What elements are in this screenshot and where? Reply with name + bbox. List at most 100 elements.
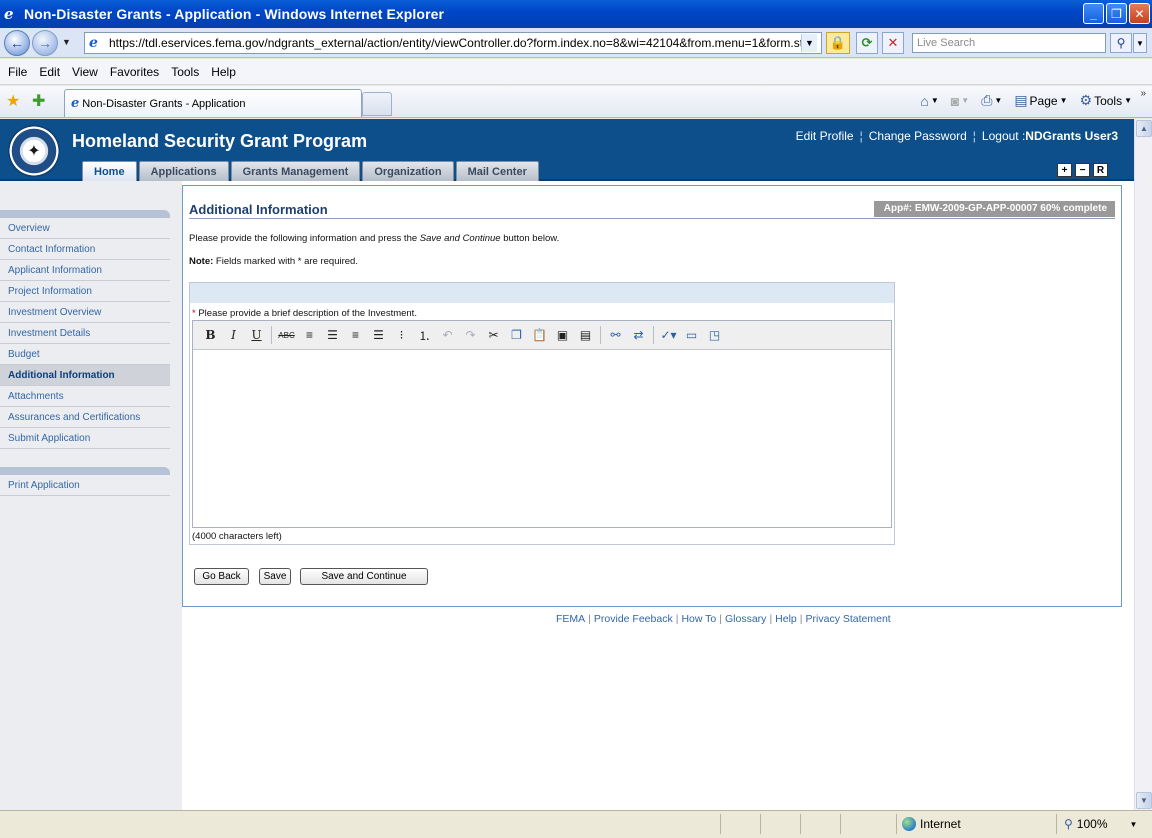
- paste-icon[interactable]: 📋: [528, 325, 551, 345]
- rich-text-editor: B I U ABC ≡ ☰ ≡ ☰ ⁝ ⒈ ↶ ↷ ✂ ❐ 📋 ▣ ▤ ⚯ ⇄ …: [192, 320, 892, 528]
- sidebar-item-investment-overview[interactable]: Investment Overview: [0, 302, 170, 323]
- toolbar-separator: [600, 326, 601, 344]
- security-zone[interactable]: Internet: [902, 817, 961, 831]
- sidebar-item-project-information[interactable]: Project Information: [0, 281, 170, 302]
- scroll-down-arrow[interactable]: ▼: [1136, 792, 1152, 809]
- logout-link[interactable]: Logout :NDGrants User3: [982, 129, 1118, 143]
- tab-organization[interactable]: Organization: [362, 161, 454, 181]
- application-status-badge: App#: EMW-2009-GP-APP-00007 60% complete: [873, 201, 1115, 217]
- status-cell: [840, 814, 841, 834]
- cut-icon[interactable]: ✂: [482, 325, 505, 345]
- go-back-button[interactable]: Go Back: [194, 568, 249, 585]
- align-right-icon[interactable]: ≡: [344, 325, 367, 345]
- zoom-level[interactable]: ⚲ 100% ▼: [1064, 817, 1137, 831]
- instructions-part: Please provide the following information…: [189, 233, 420, 244]
- page-command[interactable]: ▤ Page ▼: [1014, 92, 1067, 109]
- edit-profile-link[interactable]: Edit Profile: [796, 129, 854, 143]
- menu-edit[interactable]: Edit: [39, 65, 68, 79]
- strikethrough-icon[interactable]: ABC: [275, 325, 298, 345]
- numbered-list-icon[interactable]: ⒈: [413, 325, 436, 345]
- search-input[interactable]: Live Search: [912, 33, 1106, 53]
- description-textarea[interactable]: [193, 350, 891, 527]
- sidebar-item-budget[interactable]: Budget: [0, 344, 170, 365]
- home-command[interactable]: ⌂ ▼: [920, 93, 938, 109]
- link-separator: ¦: [972, 129, 976, 143]
- save-and-continue-button[interactable]: Save and Continue: [300, 568, 428, 585]
- sidebar-item-assurances-and-certifications[interactable]: Assurances and Certifications: [0, 407, 170, 428]
- justify-icon[interactable]: ☰: [367, 325, 390, 345]
- sidebar-item-attachments[interactable]: Attachments: [0, 386, 170, 407]
- status-cell: [760, 814, 761, 834]
- menu-favorites[interactable]: Favorites: [110, 65, 167, 79]
- sidebar-item-additional-information[interactable]: Additional Information: [0, 365, 170, 386]
- recent-pages-dropdown[interactable]: ▼: [62, 37, 71, 47]
- new-tab-button[interactable]: [362, 92, 392, 116]
- underline-button[interactable]: U: [245, 325, 268, 345]
- back-button[interactable]: ←: [4, 30, 30, 56]
- replace-icon[interactable]: ⇄: [627, 325, 650, 345]
- search-options-dropdown[interactable]: ▼: [1133, 33, 1147, 53]
- footer-link-fema[interactable]: FEMA: [556, 613, 585, 625]
- sidebar-item-contact-information[interactable]: Contact Information: [0, 239, 170, 260]
- refresh-button[interactable]: ⟳: [856, 32, 878, 54]
- footer-link-how-to[interactable]: How To: [681, 613, 716, 625]
- paste-text-icon[interactable]: ▣: [551, 325, 574, 345]
- favorites-star-icon[interactable]: ★: [6, 91, 20, 111]
- tab-grants-management[interactable]: Grants Management: [230, 161, 361, 181]
- bulleted-list-icon[interactable]: ⁝: [390, 325, 413, 345]
- sidebar-item-overview[interactable]: Overview: [0, 218, 170, 239]
- reset-text-button[interactable]: R: [1093, 163, 1108, 177]
- vertical-scrollbar[interactable]: ▲ ▼: [1134, 119, 1152, 810]
- sidebar-item-submit-application[interactable]: Submit Application: [0, 428, 170, 449]
- menu-view[interactable]: View: [72, 65, 106, 79]
- undo-icon[interactable]: ↶: [436, 325, 459, 345]
- paste-word-icon[interactable]: ▤: [574, 325, 597, 345]
- tab-applications[interactable]: Applications: [138, 161, 229, 181]
- forward-button[interactable]: →: [32, 30, 58, 56]
- source-view-icon[interactable]: ▭: [680, 325, 703, 345]
- align-left-icon[interactable]: ≡: [298, 325, 321, 345]
- chevron-right-icon[interactable]: »: [1140, 88, 1146, 99]
- tab-home[interactable]: Home: [82, 161, 137, 181]
- menu-file[interactable]: File: [8, 65, 35, 79]
- bold-button[interactable]: B: [199, 325, 222, 345]
- footer-link-provide-feedback[interactable]: Provide Feeback: [594, 613, 673, 625]
- tab-mail-center[interactable]: Mail Center: [455, 161, 539, 181]
- copy-icon[interactable]: ❐: [505, 325, 528, 345]
- fullscreen-icon[interactable]: ◳: [703, 325, 726, 345]
- increase-text-button[interactable]: +: [1057, 163, 1072, 177]
- print-command[interactable]: ⎙ ▼: [981, 92, 1002, 109]
- menu-tools[interactable]: Tools: [171, 65, 207, 79]
- sidebar-item-investment-details[interactable]: Investment Details: [0, 323, 170, 344]
- address-dropdown[interactable]: ▼: [801, 34, 817, 52]
- feeds-command[interactable]: ◙ ▼: [951, 93, 969, 109]
- search-icon[interactable]: ⚲: [1110, 33, 1132, 53]
- address-field[interactable]: e https://tdl.eservices.fema.gov/ndgrant…: [84, 32, 822, 54]
- minimize-button[interactable]: _: [1083, 3, 1104, 24]
- footer-link-privacy-statement[interactable]: Privacy Statement: [806, 613, 891, 625]
- add-favorite-icon[interactable]: ✚: [32, 91, 45, 111]
- page-title: Additional Information: [189, 202, 328, 217]
- find-icon[interactable]: ⚯: [604, 325, 627, 345]
- browser-tab[interactable]: e Non-Disaster Grants - Application: [64, 89, 362, 117]
- sidebar-item-print-application[interactable]: Print Application: [0, 475, 170, 496]
- footer-link-help[interactable]: Help: [775, 613, 797, 625]
- url-text[interactable]: https://tdl.eservices.fema.gov/ndgrants_…: [109, 36, 801, 50]
- align-center-icon[interactable]: ☰: [321, 325, 344, 345]
- restore-button[interactable]: ❐: [1106, 3, 1127, 24]
- change-password-link[interactable]: Change Password: [869, 129, 967, 143]
- spellcheck-icon[interactable]: ✓▾: [657, 325, 680, 345]
- decrease-text-button[interactable]: −: [1075, 163, 1090, 177]
- close-button[interactable]: ✕: [1129, 3, 1150, 24]
- stop-button[interactable]: ✕: [882, 32, 904, 54]
- tools-command[interactable]: ⚙ Tools ▼: [1080, 92, 1133, 109]
- italic-button[interactable]: I: [222, 325, 245, 345]
- footer-link-glossary[interactable]: Glossary: [725, 613, 766, 625]
- menu-help[interactable]: Help: [211, 65, 244, 79]
- save-button[interactable]: Save: [259, 568, 291, 585]
- redo-icon[interactable]: ↷: [459, 325, 482, 345]
- scroll-up-arrow[interactable]: ▲: [1136, 120, 1152, 137]
- eagle-icon: ✦: [27, 143, 41, 160]
- sidebar-item-applicant-information[interactable]: Applicant Information: [0, 260, 170, 281]
- lock-icon[interactable]: 🔒: [826, 32, 850, 54]
